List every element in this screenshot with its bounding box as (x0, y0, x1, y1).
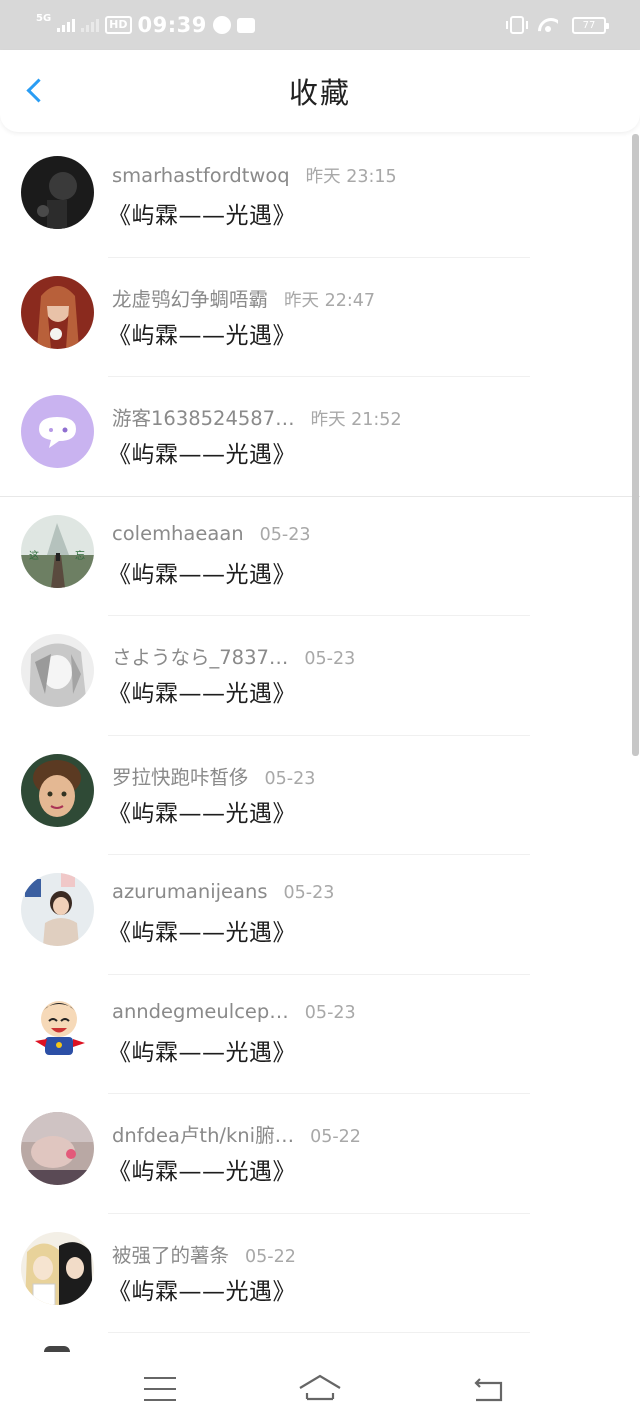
battery-icon: 77 (572, 16, 609, 34)
username: azurumanijeans (112, 880, 268, 903)
timestamp: 05-23 (283, 883, 335, 903)
list-item[interactable]: azurumanijeans 05-23 《屿霖——光遇》 (0, 855, 640, 975)
page-title: 收藏 (288, 76, 351, 110)
wifi-icon (538, 18, 558, 32)
book-title: 《屿霖——光遇》 (108, 1039, 296, 1066)
avatar[interactable] (21, 275, 94, 349)
notification-app-icon (236, 17, 255, 33)
network-type: 5G (36, 13, 52, 24)
scrollbar[interactable] (632, 134, 639, 756)
avatar[interactable] (21, 634, 94, 707)
timestamp: 05-23 (264, 768, 316, 789)
book-title: 《屿霖——光遇》 (108, 1159, 296, 1185)
book-title: 《屿霖——光遇》 (108, 1278, 296, 1305)
avatar[interactable] (21, 992, 94, 1066)
system-nav-bar (0, 1355, 640, 1427)
status-time: 09:39 (137, 13, 207, 37)
avatar[interactable] (21, 873, 94, 946)
list-item[interactable]: 这忘 colemhaeaan 05-23 《屿霖——光遇》 (0, 497, 640, 616)
menu-icon[interactable] (144, 1377, 176, 1401)
signal-secondary-icon (81, 18, 100, 32)
username: 龙虚鸮幻争蜩唔霸 (112, 287, 269, 311)
username: smarhastfordtwoq (112, 164, 290, 187)
list-item[interactable]: 被强了的薯条 05-22 《屿霖——光遇》 (0, 1214, 640, 1333)
favorites-list[interactable]: smarhastfordtwoq 昨天 23:15 《屿霖——光遇》 龙虚鸮幻争蜩… (0, 138, 640, 1348)
book-title: 《屿霖——光遇》 (108, 920, 296, 946)
username: anndegmeulcep… (112, 999, 289, 1023)
page-header: 收藏 (0, 50, 640, 132)
timestamp: 昨天 22:47 (284, 290, 376, 311)
username: 罗拉快跑咔皙侈 (112, 765, 249, 789)
username: 游客1638524587… (112, 407, 295, 430)
svg-text:这: 这 (29, 549, 39, 562)
avatar[interactable] (21, 1231, 94, 1305)
list-item[interactable]: 罗拉快跑咔皙侈 05-23 《屿霖——光遇》 (0, 736, 640, 855)
chevron-left-icon (26, 78, 51, 103)
avatar[interactable] (21, 156, 94, 229)
book-title: 《屿霖——光遇》 (108, 203, 296, 229)
book-title: 《屿霖——光遇》 (108, 561, 296, 588)
book-title: 《屿霖——光遇》 (108, 442, 296, 468)
username: 被强了的薯条 (112, 1243, 230, 1267)
book-title: 《屿霖——光遇》 (108, 800, 296, 827)
timestamp: 05-22 (310, 1127, 361, 1147)
list-item[interactable]: さようなら_7837… 05-23 《屿霖——光遇》 (0, 616, 640, 736)
back-button[interactable] (20, 76, 51, 108)
timestamp: 05-23 (304, 649, 356, 669)
signal-icon (57, 18, 76, 32)
hd-badge: HD (105, 16, 132, 34)
username: さようなら_7837… (112, 646, 289, 669)
username: dnfdea卢th/kni腑… (112, 1124, 295, 1147)
list-item[interactable]: anndegmeulcep… 05-23 《屿霖——光遇》 (0, 975, 640, 1094)
avatar[interactable] (21, 395, 94, 468)
status-bar: 5G HD 09:39 77 (0, 0, 640, 50)
username: colemhaeaan (112, 521, 244, 545)
timestamp: 05-23 (259, 524, 311, 545)
list-item[interactable]: 龙虚鸮幻争蜩唔霸 昨天 22:47 《屿霖——光遇》 (0, 258, 640, 377)
book-title: 《屿霖——光遇》 (108, 322, 296, 349)
list-item[interactable]: dnfdea卢th/kni腑… 05-22 《屿霖——光遇》 (0, 1094, 640, 1214)
avatar[interactable] (21, 753, 94, 827)
book-title: 《屿霖——光遇》 (108, 681, 296, 707)
avatar[interactable] (21, 1112, 94, 1185)
divider (108, 1332, 530, 1333)
list-item[interactable]: smarhastfordtwoq 昨天 23:15 《屿霖——光遇》 (0, 138, 640, 258)
timestamp: 05-22 (245, 1246, 296, 1267)
timestamp: 昨天 21:52 (310, 410, 402, 430)
timestamp: 05-23 (304, 1002, 356, 1023)
vibrate-icon (506, 16, 528, 34)
return-icon[interactable] (472, 1377, 504, 1405)
svg-text:忘: 忘 (75, 549, 85, 562)
list-item[interactable]: 游客1638524587… 昨天 21:52 《屿霖——光遇》 (0, 377, 640, 497)
avatar[interactable]: 这忘 (21, 514, 94, 588)
next-avatar-peek (44, 1346, 70, 1352)
home-icon[interactable] (298, 1373, 342, 1405)
timestamp: 昨天 23:15 (305, 167, 397, 187)
compass-icon (212, 16, 231, 34)
